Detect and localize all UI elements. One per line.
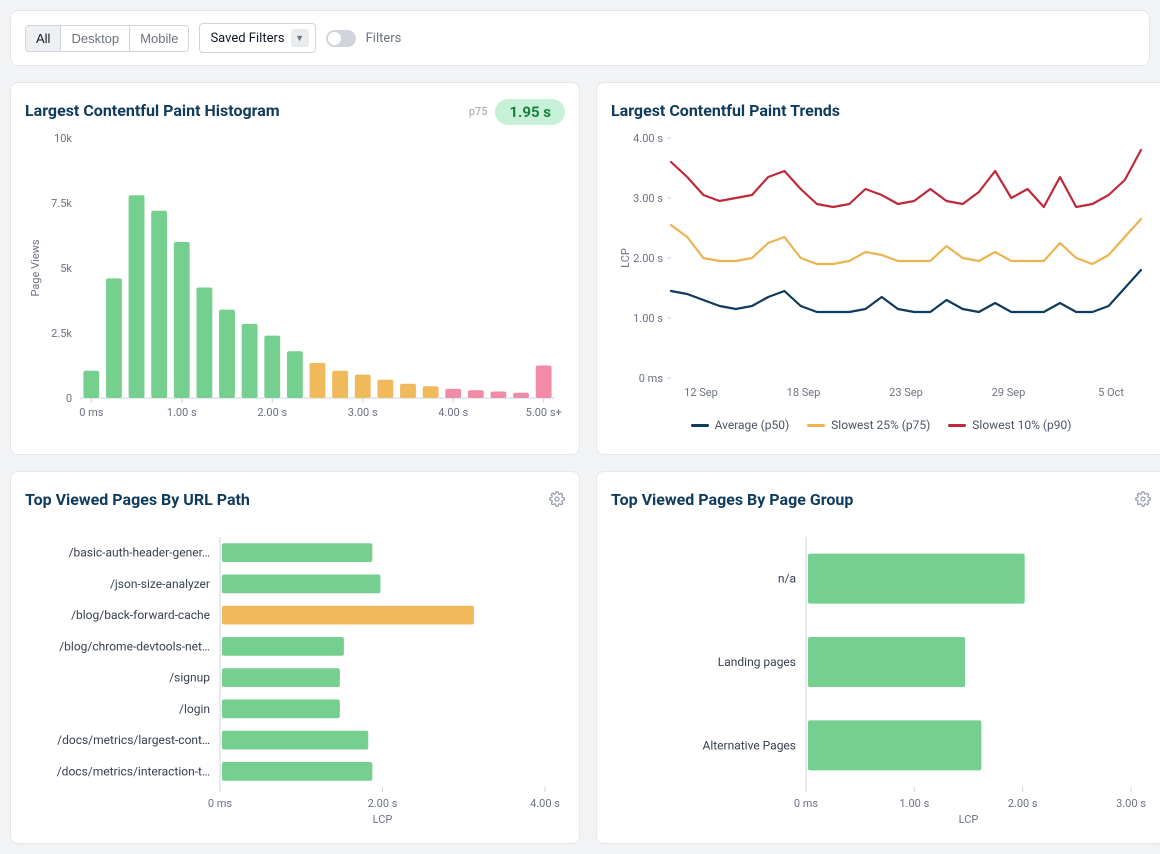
gear-icon[interactable] (1135, 491, 1151, 511)
svg-text:1.00 s: 1.00 s (633, 312, 663, 325)
top-group-title: Top Viewed Pages By Page Group (611, 490, 853, 509)
top-url-title: Top Viewed Pages By URL Path (25, 490, 250, 509)
svg-text:4.00 s: 4.00 s (633, 132, 663, 145)
svg-text:/blog/back-forward-cache: /blog/back-forward-cache (71, 608, 210, 622)
svg-text:n/a: n/a (778, 572, 796, 586)
top-group-chart: 0 ms 1.00 s 2.00 s 3.00 s LCP n/a Landing page… (611, 517, 1151, 827)
trends-legend: Average (p50) Slowest 25% (p75) Slowest … (611, 418, 1151, 432)
top-group-card: Top Viewed Pages By Page Group 0 ms 1.00 … (596, 471, 1160, 844)
top-url-chart: 0 ms 2.00 s 4.00 s LCP/basic-auth-header-ge… (25, 517, 565, 827)
svg-text:10k: 10k (54, 132, 72, 145)
svg-text:3.00 s: 3.00 s (1116, 797, 1146, 810)
svg-text:0 ms: 0 ms (639, 372, 664, 385)
svg-text:0 ms: 0 ms (79, 406, 104, 419)
svg-text:4.00 s: 4.00 s (438, 406, 468, 419)
svg-text:Landing pages: Landing pages (718, 655, 796, 669)
device-segment: AllDesktopMobile (25, 25, 189, 52)
svg-text:5.00 s+: 5.00 s+ (526, 406, 562, 419)
histogram-chart: 0 2.5k 5k 7.5k 10k 0 ms 1.00 s 2.00 s 3.00 s 4.00… (25, 128, 565, 438)
segment-all[interactable]: All (26, 26, 60, 51)
svg-text:23 Sep: 23 Sep (889, 386, 923, 399)
svg-text:0: 0 (66, 392, 72, 405)
svg-text:18 Sep: 18 Sep (787, 386, 821, 399)
svg-text:LCP: LCP (619, 248, 632, 268)
histogram-card: Largest Contentful Paint Histogram p75 1… (10, 82, 580, 455)
svg-text:LCP: LCP (373, 813, 393, 826)
svg-text:Page Views: Page Views (29, 239, 42, 296)
trends-title: Largest Contentful Paint Trends (611, 101, 1151, 120)
segment-desktop[interactable]: Desktop (60, 26, 129, 51)
top-url-card: Top Viewed Pages By URL Path 0 ms 2.00 s 4… (10, 471, 580, 844)
svg-text:2.00 s: 2.00 s (633, 252, 663, 265)
p75-label: p75 (469, 105, 488, 118)
svg-text:2.00 s: 2.00 s (368, 797, 398, 810)
saved-filters-button[interactable]: Saved Filters ▼ (199, 23, 315, 53)
svg-text:29 Sep: 29 Sep (992, 386, 1026, 399)
filters-label: Filters (366, 31, 402, 46)
svg-text:0 ms: 0 ms (794, 797, 819, 810)
svg-text:2.00 s: 2.00 s (1008, 797, 1038, 810)
legend-p90: Slowest 10% (p90) (972, 418, 1071, 432)
svg-text:LCP: LCP (959, 813, 979, 826)
svg-text:/login: /login (179, 702, 210, 716)
svg-text:/blog/chrome-devtools-net…: /blog/chrome-devtools-net… (59, 639, 210, 653)
segment-mobile[interactable]: Mobile (129, 26, 188, 51)
svg-text:0 ms: 0 ms (208, 797, 233, 810)
filter-bar: AllDesktopMobile Saved Filters ▼ Filters (10, 10, 1150, 66)
trends-card: Largest Contentful Paint Trends 0 ms 1.00… (596, 82, 1160, 455)
legend-p50: Average (p50) (715, 418, 790, 432)
svg-text:Alternative Pages: Alternative Pages (702, 738, 796, 752)
filters-toggle[interactable] (326, 30, 356, 47)
svg-text:12 Sep: 12 Sep (684, 386, 718, 399)
chevron-down-icon: ▼ (291, 29, 309, 47)
gear-icon[interactable] (549, 491, 565, 511)
svg-text:7.5k: 7.5k (51, 197, 72, 210)
svg-text:/docs/metrics/largest-cont…: /docs/metrics/largest-cont… (57, 733, 210, 747)
p75-badge: 1.95 s (495, 99, 565, 125)
histogram-title: Largest Contentful Paint Histogram (25, 101, 280, 120)
svg-text:/docs/metrics/interaction-t…: /docs/metrics/interaction-t… (57, 764, 210, 778)
legend-p75: Slowest 25% (p75) (831, 418, 930, 432)
svg-text:1.00 s: 1.00 s (167, 406, 197, 419)
svg-text:/signup: /signup (169, 671, 210, 685)
svg-text:/json-size-analyzer: /json-size-analyzer (110, 577, 210, 591)
svg-text:2.00 s: 2.00 s (257, 406, 287, 419)
svg-text:5 Oct: 5 Oct (1098, 386, 1124, 399)
svg-text:2.5k: 2.5k (51, 327, 72, 340)
svg-text:1.00 s: 1.00 s (899, 797, 929, 810)
trends-chart: 0 ms 1.00 s 2.00 s 3.00 s 4.00 s 12 Sep 18 Sep… (611, 128, 1151, 408)
saved-filters-label: Saved Filters (210, 31, 284, 46)
svg-text:/basic-auth-header-gener…: /basic-auth-header-gener… (69, 546, 210, 560)
svg-text:3.00 s: 3.00 s (348, 406, 378, 419)
svg-text:3.00 s: 3.00 s (633, 192, 663, 205)
svg-text:5k: 5k (60, 262, 72, 275)
svg-text:4.00 s: 4.00 s (530, 797, 560, 810)
